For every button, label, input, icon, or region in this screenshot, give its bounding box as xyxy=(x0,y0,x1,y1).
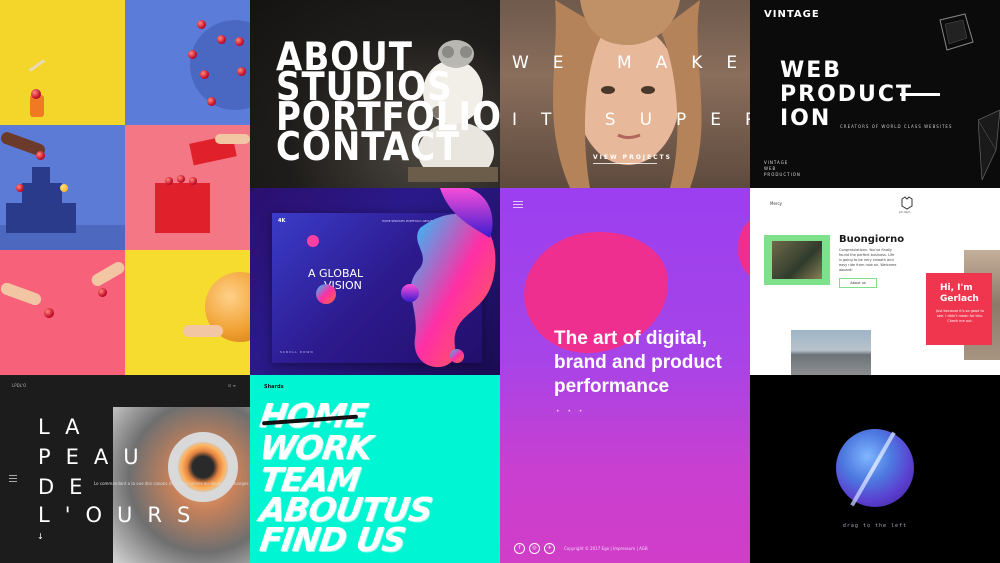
brush-nav-tile[interactable]: Shards HOME WORK TEAM ABOUTUS FIND US xyxy=(250,375,500,563)
telegram-icon[interactable]: ✈ xyxy=(544,543,555,554)
blue-disc xyxy=(190,20,250,110)
side-label-3: PRODUCTION xyxy=(764,172,801,177)
yellow-block xyxy=(0,0,125,125)
title-product: PRODUCT xyxy=(780,82,914,107)
title-web: WEB xyxy=(780,58,843,83)
profile-card[interactable]: Hi, I'm Gerlach Just because it's so goo… xyxy=(926,273,992,345)
headline-line-1: The art of digital, xyxy=(554,328,708,349)
word-peau: PEAU xyxy=(38,445,154,469)
site-logo[interactable]: Mercy xyxy=(770,201,782,206)
footer-copyright: Copyright © 2017 Ego | Impressum | AGB xyxy=(564,546,648,551)
buongiorno-tile[interactable]: Mercy ph.dam Buongiorno Congratulations.… xyxy=(750,188,1000,375)
diamond-shape xyxy=(939,13,974,51)
wireframe-shape xyxy=(978,110,1000,180)
caption-text: Le commandant a la vue des canons manime… xyxy=(94,481,249,486)
word-de: DE xyxy=(38,475,98,499)
hero-line-2: IT SUPER xyxy=(512,110,750,130)
about-us-button[interactable]: About us xyxy=(839,278,877,288)
fluid-shapes xyxy=(307,188,496,368)
digital-art-tile[interactable]: The art of digital, brand and product pe… xyxy=(500,188,750,563)
coral-block xyxy=(0,250,127,375)
menu-icon[interactable] xyxy=(9,475,17,484)
red-ball xyxy=(31,89,41,99)
pink-blob-small xyxy=(738,218,750,278)
card-title-line-2: Gerlach xyxy=(940,294,979,304)
facebook-icon[interactable]: f xyxy=(514,543,525,554)
strike-line xyxy=(900,93,940,96)
blue-block xyxy=(125,0,250,125)
pink-block xyxy=(125,125,250,250)
hero-line-1: WE MAKE xyxy=(512,53,750,73)
about-studios-tile[interactable]: ABOUT STUDIOS PORTFOLIO CONTACT xyxy=(250,0,500,188)
hero-headline: The art of digital, brand and product pe… xyxy=(554,327,722,399)
card-title-line-1: Hi, I'm xyxy=(940,283,973,293)
red-box xyxy=(155,183,210,233)
stairs-block xyxy=(0,125,125,250)
mascot-label: ph.dam xyxy=(899,210,911,214)
headline-line-2: brand and product xyxy=(554,352,722,373)
menu-contact[interactable]: CONTACT xyxy=(276,128,460,167)
drag-instruction: drag to the left xyxy=(842,523,908,529)
site-logo[interactable]: Shards xyxy=(264,384,284,390)
la-peau-tile[interactable]: LPDL'O ⊡ ≡ LA PEAU DE L'OURS Le commanda… xyxy=(0,375,250,563)
vintage-tile[interactable]: VINTAGE WEB PRODUCT ION CREATORS OF WORL… xyxy=(750,0,1000,188)
card-title: Hi, I'm Gerlach xyxy=(940,283,979,305)
city-photo-bottom xyxy=(791,330,871,375)
nav-find-us[interactable]: FIND US xyxy=(257,520,407,559)
tagline: CREATORS OF WORLD CLASS WEBSITES xyxy=(840,124,953,129)
greeting-body: Congratulations. You've finally found th… xyxy=(839,248,897,272)
draggable-sphere[interactable] xyxy=(836,429,914,507)
card-body: Just because it's so good to see. I didn… xyxy=(936,309,984,323)
feather xyxy=(28,59,46,72)
stairs xyxy=(6,203,76,233)
scroll-down-icon[interactable]: ↓ xyxy=(37,532,44,541)
headline-line-3: performance xyxy=(554,376,670,397)
globe-block xyxy=(125,250,250,375)
sphere-crease xyxy=(850,431,896,507)
global-vision-tile[interactable]: 4K HOME SERVICES PORTFOLIO ABOUT CONTACT… xyxy=(250,188,500,375)
word-la: LA xyxy=(38,415,95,439)
hamburger-icon[interactable] xyxy=(513,201,523,210)
team-photo xyxy=(772,241,822,279)
slider-dots[interactable]: • • • xyxy=(556,408,585,415)
title-ion: ION xyxy=(780,106,832,131)
lamp-dial xyxy=(168,432,238,502)
vintage-logo[interactable]: VINTAGE xyxy=(764,9,820,20)
portrait-tile[interactable]: WE MAKE IT SUPER VIEW PROJECTS xyxy=(500,0,750,188)
greeting-title: Buongiorno xyxy=(839,234,905,245)
sphere-tile[interactable]: drag to the left xyxy=(750,375,1000,563)
mascot-icon[interactable] xyxy=(900,196,914,210)
cta-underline xyxy=(593,163,657,164)
site-logo[interactable]: LPDL'O xyxy=(12,383,26,388)
word-lours: L'OURS xyxy=(38,503,206,527)
top-icons[interactable]: ⊡ ≡ xyxy=(228,383,236,388)
instagram-icon[interactable]: ◎ xyxy=(529,543,540,554)
collage-tile[interactable] xyxy=(0,0,250,375)
view-projects-link[interactable]: VIEW PROJECTS xyxy=(593,154,672,161)
